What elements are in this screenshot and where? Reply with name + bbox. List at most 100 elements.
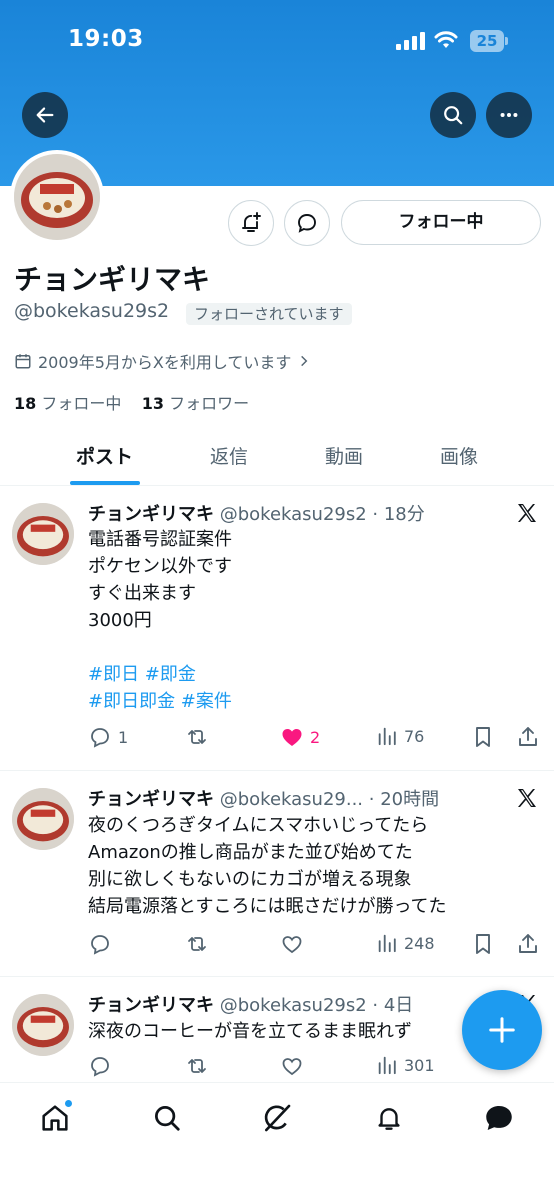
repost-icon <box>188 730 206 744</box>
followers-count: 13 <box>141 394 164 413</box>
search-button[interactable] <box>430 92 476 138</box>
views-button[interactable]: 76 <box>376 725 424 747</box>
bottom-navigation <box>0 1082 554 1200</box>
following-label: フォロー中 <box>41 394 122 413</box>
joined-date[interactable]: 2009年5月からXを利用しています <box>14 349 311 373</box>
view-count: 301 <box>404 1055 435 1075</box>
wifi-icon <box>434 31 458 48</box>
repost-button[interactable] <box>185 1054 209 1078</box>
notify-button[interactable] <box>228 200 274 246</box>
joined-text: 2009年5月からXを利用しています <box>38 353 292 372</box>
post-header: チョンギリマキ @bokekasu29s2 · 18分 <box>88 500 425 526</box>
following-button[interactable]: フォロー中 <box>341 200 541 245</box>
post-line: 深夜のコーヒーが音を立てるまま眠れず <box>88 1021 412 1042</box>
share-icon[interactable] <box>516 932 540 956</box>
post-meta: @bokekasu29s2 · 18分 <box>219 504 425 525</box>
post-item[interactable]: チョンギリマキ @bokekasu29... · 20時間 夜のくつろぎタイムに… <box>0 772 554 977</box>
post-author-name[interactable]: チョンギリマキ <box>88 995 214 1016</box>
post-line: すぐ出来ます <box>88 583 196 604</box>
back-button[interactable] <box>22 92 68 138</box>
view-count: 76 <box>404 726 425 746</box>
follow-counts: 18 フォロー中 13 フォロワー <box>14 390 249 414</box>
reply-icon <box>91 935 109 955</box>
more-button[interactable] <box>486 92 532 138</box>
post-actions: 301 <box>0 1054 554 1084</box>
bookmark-icon[interactable] <box>471 725 495 749</box>
like-button[interactable]: 2 <box>280 725 320 749</box>
compose-post-button[interactable] <box>462 990 542 1070</box>
heart-icon <box>282 1058 302 1076</box>
post-text: 夜のくつろぎタイムにスマホいじってたら Amazonの推し商品がまた並び始めてた… <box>88 812 447 920</box>
tab-replies[interactable]: 返信 <box>210 442 248 469</box>
profile-name: チョンギリマキ <box>14 263 211 296</box>
post-hashtags[interactable]: #即日 #即金 <box>88 661 232 688</box>
heart-filled-icon <box>282 729 302 746</box>
post-actions: 248 <box>0 932 554 962</box>
search-icon <box>155 1106 180 1131</box>
message-button[interactable] <box>284 200 330 246</box>
post-author-name[interactable]: チョンギリマキ <box>88 504 214 525</box>
repost-icon <box>188 937 206 951</box>
tab-images[interactable]: 画像 <box>440 442 478 469</box>
views-chart-icon <box>378 1056 396 1075</box>
post-line: ポケセン以外です <box>88 556 232 577</box>
profile-handle: @bokekasu29s2 <box>14 300 170 322</box>
x-logo-icon <box>518 504 536 522</box>
nav-messages[interactable] <box>482 1101 516 1135</box>
nav-search[interactable] <box>150 1101 184 1135</box>
post-avatar[interactable] <box>12 788 74 850</box>
post-author-name[interactable]: チョンギリマキ <box>88 789 214 810</box>
view-count: 248 <box>404 933 435 953</box>
post-avatar[interactable] <box>12 503 74 565</box>
bell-icon <box>378 1108 400 1130</box>
followers-count-link[interactable]: 13 フォロワー <box>142 394 249 413</box>
views-button[interactable]: 248 <box>376 932 435 954</box>
post-text: 深夜のコーヒーが音を立てるまま眠れず <box>88 1018 412 1045</box>
battery-indicator: 25 <box>470 30 508 52</box>
profile-tabs: ポスト 返信 動画 画像 <box>0 430 554 486</box>
reply-button[interactable]: 1 <box>88 725 128 749</box>
repost-button[interactable] <box>185 932 209 956</box>
active-tab-indicator <box>70 481 140 485</box>
repost-button[interactable] <box>185 725 209 749</box>
post-hashtags[interactable]: #即日即金 #案件 <box>88 688 232 715</box>
heart-icon <box>282 936 302 954</box>
nav-home[interactable] <box>38 1099 73 1135</box>
cellular-signal-icon <box>396 32 425 50</box>
post-line: 3000円 <box>88 610 152 631</box>
following-count: 18 <box>14 394 37 413</box>
chat-bubble-icon <box>298 214 316 233</box>
views-button[interactable]: 301 <box>376 1054 435 1076</box>
bell-plus-icon <box>242 212 261 232</box>
post-header: チョンギリマキ @bokekasu29... · 20時間 <box>88 785 439 811</box>
reply-icon <box>91 1057 109 1077</box>
post-line: Amazonの推し商品がまた並び始めてた <box>88 842 413 863</box>
plus-icon <box>489 1017 515 1043</box>
like-button[interactable] <box>280 1054 304 1078</box>
post-line: 夜のくつろぎタイムにスマホいじってたら <box>88 815 429 836</box>
reply-button[interactable] <box>88 932 112 956</box>
nav-notifications[interactable] <box>372 1101 406 1135</box>
status-time: 19:03 <box>68 26 144 52</box>
reply-button[interactable] <box>88 1054 112 1078</box>
grok-icon <box>264 1104 291 1132</box>
post-meta: @bokekasu29s2 · 4日 <box>219 995 414 1016</box>
reply-count: 1 <box>118 727 129 747</box>
bookmark-icon[interactable] <box>471 932 495 956</box>
views-chart-icon <box>378 727 396 746</box>
message-icon <box>486 1105 512 1131</box>
tab-videos[interactable]: 動画 <box>325 442 363 469</box>
profile-avatar[interactable] <box>10 150 104 244</box>
battery-level: 25 <box>470 30 504 52</box>
following-count-link[interactable]: 18 フォロー中 <box>14 394 121 413</box>
share-icon[interactable] <box>516 725 540 749</box>
nav-grok[interactable] <box>260 1101 294 1135</box>
tab-posts[interactable]: ポスト <box>76 442 133 469</box>
post-line: 結局電源落とすころには眠さだけが勝ってた <box>88 896 447 917</box>
reply-icon <box>91 728 109 748</box>
chevron-right-icon <box>301 355 308 367</box>
post-item[interactable]: チョンギリマキ @bokekasu29s2 · 18分 電話番号認証案件 ポケセ… <box>0 487 554 771</box>
like-button[interactable] <box>280 932 304 956</box>
notification-dot <box>64 1099 73 1108</box>
post-avatar[interactable] <box>12 994 74 1056</box>
